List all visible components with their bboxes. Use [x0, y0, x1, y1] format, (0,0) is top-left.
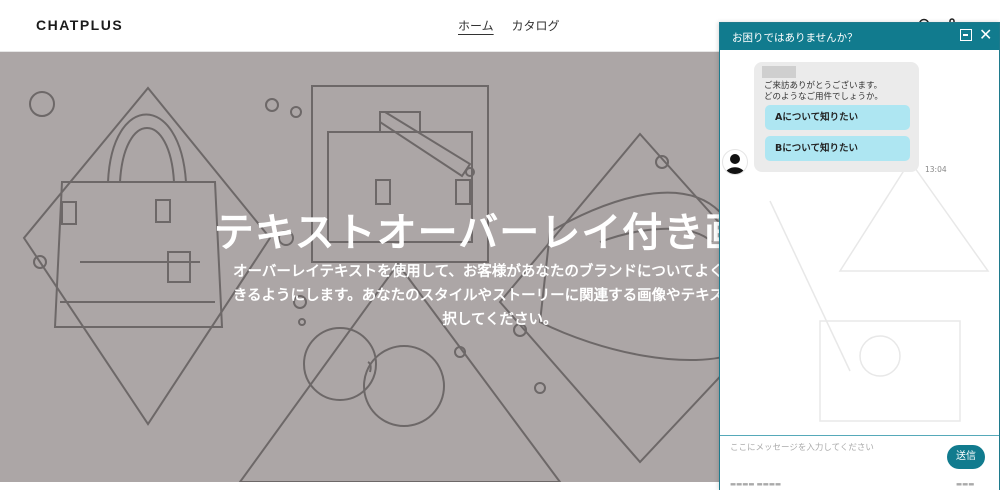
chat-background-illustration [769, 159, 990, 422]
glasses-right-lens [363, 345, 445, 427]
bot-avatar-icon [722, 149, 748, 175]
nav-item-catalog[interactable]: カタログ [511, 19, 559, 33]
send-button[interactable]: 送信 [947, 445, 985, 469]
message-input[interactable]: ここにメッセージを入力してください [730, 441, 874, 453]
bot-message-line-1: ご来訪ありがとうございます。 [764, 81, 883, 91]
bot-name-placeholder [762, 66, 796, 78]
nav-item-home[interactable]: ホーム [458, 19, 494, 33]
chat-input-area: ここにメッセージを入力してください 送信 ▬▬▬▬ ▬▬▬▬ ▬▬▬ [720, 435, 999, 490]
chat-widget: お困りではありませんか？ ✕ ご来訪ありがとうございます。 どのようなご用件でし… [719, 22, 1000, 490]
bot-message-text: ご来訪ありがとうございます。 どのようなご用件でしょうか。 [764, 81, 883, 103]
bot-message-line-2: どのようなご用件でしょうか。 [764, 92, 883, 102]
message-timestamp: 13:04 [925, 165, 947, 174]
site-logo[interactable]: CHATPLUS [36, 17, 123, 33]
close-icon[interactable]: ✕ [979, 26, 992, 44]
option-a-button[interactable]: Aについて知りたい [765, 105, 910, 130]
chat-header: お困りではありませんか？ ✕ [720, 23, 999, 50]
minimize-icon[interactable] [960, 29, 972, 41]
chat-title: お困りではありませんか？ [732, 32, 858, 44]
main-nav: ホーム カタログ [458, 17, 573, 34]
hero-description: オーバーレイテキストを使用して、お客様があなたのブランドについてよく理解できるよ… [232, 264, 768, 328]
chat-footer-right: ▬▬▬ [956, 480, 975, 488]
chat-messages: ご来訪ありがとうございます。 どのようなご用件でしょうか。 Aについて知りたい … [720, 51, 999, 435]
chat-footer-left: ▬▬▬▬ ▬▬▬▬ [730, 480, 782, 488]
bot-message-bubble: ご来訪ありがとうございます。 どのようなご用件でしょうか。 Aについて知りたい … [754, 62, 919, 172]
option-b-button[interactable]: Bについて知りたい [765, 136, 910, 161]
glasses-left-lens [303, 327, 377, 401]
